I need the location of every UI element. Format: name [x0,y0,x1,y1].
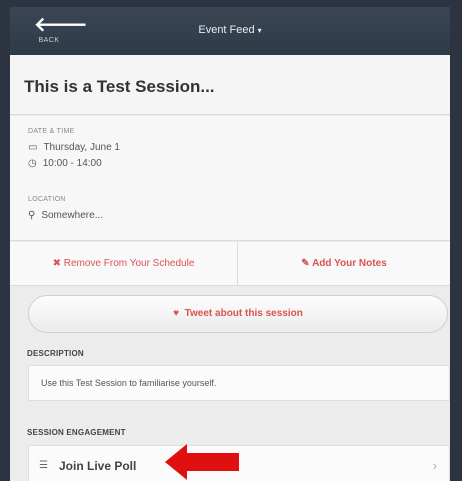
join-live-poll-item[interactable]: ☰ Join Live Poll › [28,445,450,481]
remove-from-schedule-button[interactable]: ✖ Remove From Your Schedule [10,242,238,286]
list-icon: ☰ [39,460,48,471]
map-pin-icon: ⚲ [28,210,36,221]
session-date: Thursday, June 1 [43,142,120,153]
engagement-header: SESSION ENGAGEMENT [27,428,126,437]
nav-title-text: Event Feed [198,24,255,36]
session-actions: ✖ Remove From Your Schedule ✎ Add Your N… [10,242,450,286]
top-navbar: 🡐 BACK Event Feed ▾ [10,7,450,55]
session-title-bar: This is a Test Session... [10,55,450,115]
twitter-icon: ♥ [173,308,180,319]
tweet-label: Tweet about this session [184,308,303,319]
date-row: ▭ Thursday, June 1 [28,142,120,153]
date-time-label: DATE & TIME [28,128,75,135]
app-frame: 🡐 BACK Event Feed ▾ This is a Test Sessio… [0,0,462,481]
session-panel: This is a Test Session... DATE & TIME ▭ T… [10,55,450,481]
session-location: Somewhere... [41,210,104,221]
calendar-icon: ▭ [28,142,38,153]
event-feed-dropdown[interactable]: Event Feed ▾ [10,24,450,36]
description-text: Use this Test Session to familiarise you… [41,378,217,388]
session-time: 10:00 - 14:00 [42,158,102,169]
chevron-right-icon: › [432,458,437,473]
chevron-down-icon: ▾ [257,26,262,35]
session-title: This is a Test Session... [24,77,215,96]
tweet-session-button[interactable]: ♥ Tweet about this session [28,295,448,333]
add-notes-button[interactable]: ✎ Add Your Notes [238,242,450,286]
time-row: ◷ 10:00 - 14:00 [28,158,102,169]
poll-label: Join Live Poll [59,459,137,473]
description-header: DESCRIPTION [27,349,84,358]
description-box: Use this Test Session to familiarise you… [28,365,450,401]
back-label: BACK [38,37,60,44]
location-row: ⚲ Somewhere... [28,210,103,221]
session-info: DATE & TIME ▭ Thursday, June 1 ◷ 10:00 - 1… [10,116,450,241]
location-label: LOCATION [28,196,66,203]
clock-icon: ◷ [28,158,37,169]
annotation-arrow-icon [165,444,239,480]
